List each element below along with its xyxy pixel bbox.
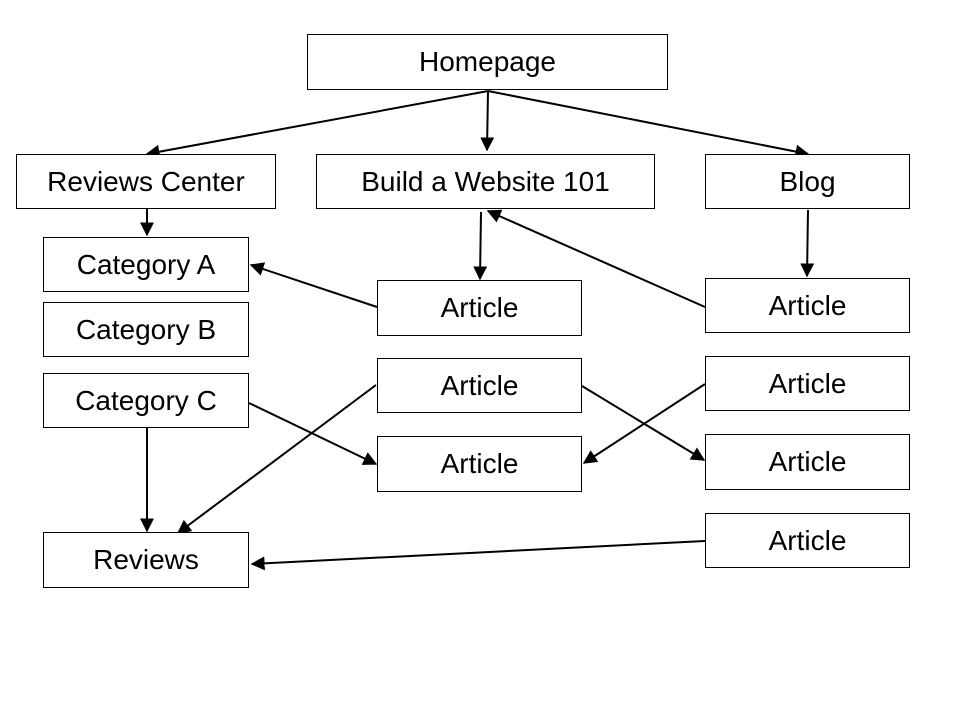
node-label: Homepage [419,46,556,77]
sitemap-diagram: Homepage Reviews Center Build a Website 10… [0,0,960,720]
node-label: Category C [75,384,217,416]
node-label: Article [440,448,519,479]
node-label: Build a Website 101 [361,165,610,197]
node-reviews-center: Reviews Center [16,154,276,209]
edge-article-blog-2-to-article-mid-3 [582,383,706,464]
node-label: Category B [75,313,217,345]
edge-homepage-to-reviews-center [145,90,489,159]
node-blog: Blog [705,154,910,209]
node-article-blog-3: Article [705,434,910,490]
node-label: Article [768,524,847,556]
node-article-blog-2: Article [705,356,910,411]
edge-article-blog-4-to-reviews [250,540,706,571]
node-label: Reviews [93,544,199,575]
node-label: Article [440,369,519,401]
edge-homepage-to-blog [487,90,810,159]
node-reviews: Reviews [43,532,249,588]
node-category-a: Category A [43,237,249,292]
node-label: Reviews Center [47,165,245,197]
node-article-blog-4: Article [705,513,910,568]
edge-build-website-to-article-mid-1 [473,211,488,281]
node-article-mid-1: Article [377,280,582,336]
node-article-blog-1: Article [705,278,910,333]
node-category-c: Category C [43,373,249,428]
node-label: Article [768,367,847,399]
node-label: Article [440,292,519,323]
node-label: Article [768,289,847,321]
node-category-b: Category B [43,302,249,357]
edge-article-mid-1-to-category-a [249,262,378,308]
node-build-website: Build a Website 101 [316,154,655,209]
node-article-mid-2: Article [377,358,582,413]
node-label: Article [768,446,847,477]
node-label: Blog [779,165,836,197]
node-article-mid-3: Article [377,436,582,492]
node-homepage: Homepage [307,34,668,90]
edge-homepage-to-build-website [480,90,495,152]
edge-blog-to-article-blog-1 [800,209,815,278]
node-label: Category A [76,248,216,280]
